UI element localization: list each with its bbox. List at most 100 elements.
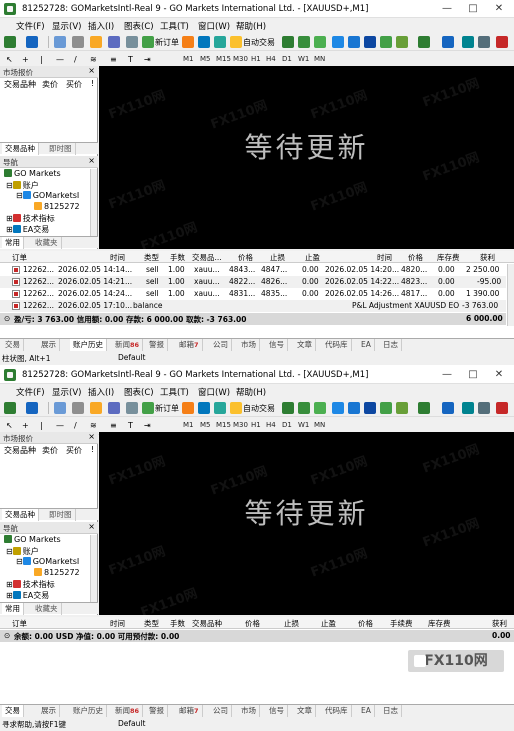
market-watch-icon[interactable] [54,36,66,48]
metaeditor-icon[interactable] [182,36,194,48]
col-symbol[interactable]: 交易品... [192,252,222,263]
nav-account-number[interactable]: 8125272 [34,202,80,211]
tab-alerts[interactable]: 警报 [146,705,168,717]
menu-tools[interactable]: 工具(T) [160,386,189,398]
tab-market[interactable]: 市场 [238,705,260,717]
data-window-icon[interactable] [90,36,102,48]
candlestick-icon[interactable] [298,36,310,48]
nav-broker[interactable]: GO Markets [4,169,61,178]
data-window-icon[interactable] [90,402,102,414]
col-tp[interactable]: 止盈 [305,252,320,263]
period-m30[interactable]: M30 [233,421,248,429]
tab-exposure[interactable]: 展示 [38,339,60,351]
menu-window[interactable]: 窗口(W) [198,20,230,32]
period-mn[interactable]: MN [314,55,325,63]
chart-shift-icon[interactable] [396,36,408,48]
signals-icon[interactable] [214,36,226,48]
new-order-button[interactable]: 新订单 [155,403,179,414]
col-bid[interactable]: 卖价 [42,79,58,90]
mql5-icon[interactable] [496,36,508,48]
col-order[interactable]: 订单 [12,618,27,629]
tab-common[interactable]: 常用 [2,237,24,249]
menu-window[interactable]: 窗口(W) [198,386,230,398]
history-scrollbar[interactable] [507,264,514,326]
maximize-button[interactable]: □ [460,2,486,16]
auto-trading-icon[interactable] [230,36,242,48]
col-profit[interactable]: 获利 [480,252,495,263]
nav-server[interactable]: ⊟ GOMarketsI [16,191,79,200]
tab-exposure[interactable]: 展示 [38,705,60,717]
col-spread[interactable]: ! [91,445,94,454]
market-watch-icon[interactable] [54,402,66,414]
tab-company[interactable]: 公司 [210,339,232,351]
minimize-button[interactable]: — [434,2,460,16]
menu-tools[interactable]: 工具(T) [160,20,189,32]
nav-indicators[interactable]: ⊞ 技术指标 [6,579,55,590]
menu-insert[interactable]: 插入(I) [88,386,114,398]
col-commission[interactable]: 手续费 [390,618,413,629]
period-m5[interactable]: M5 [200,421,211,429]
templates-icon[interactable] [462,36,474,48]
indicators-icon[interactable] [418,36,430,48]
table-row[interactable]: 12262... 2026.02.05 14:14... sell 1.00 x… [0,264,506,276]
templates-icon[interactable] [462,402,474,414]
nav-account-number[interactable]: 8125272 [34,568,80,577]
tab-journal[interactable]: 日志 [380,339,402,351]
periods-icon[interactable] [442,402,454,414]
period-mn[interactable]: MN [314,421,325,429]
nav-expert-advisors[interactable]: ⊞ EA交易 [6,224,49,235]
zoom-in-icon[interactable] [332,402,344,414]
menu-charts[interactable]: 图表(C) [124,386,154,398]
auto-trading-button[interactable]: 自动交易 [243,403,275,414]
crosshair-icon[interactable]: + [22,55,29,64]
line-chart-icon[interactable] [314,402,326,414]
menu-help[interactable]: 帮助(H) [236,20,266,32]
maximize-button[interactable]: □ [460,368,486,382]
period-m5[interactable]: M5 [200,55,211,63]
close-icon[interactable]: × [88,432,95,441]
minimize-button[interactable]: — [434,368,460,382]
new-order-icon[interactable] [142,402,154,414]
period-h1[interactable]: H1 [251,55,261,63]
navigator-icon[interactable] [72,36,84,48]
col-tp[interactable]: 止盈 [321,618,336,629]
col-close-time[interactable]: 时间 [377,252,392,263]
tab-articles[interactable]: 文章 [294,705,316,717]
trendline-icon[interactable]: / [74,55,77,64]
period-h4[interactable]: H4 [266,55,276,63]
col-current-price[interactable]: 价格 [358,618,373,629]
close-icon[interactable]: × [88,522,95,531]
arrows-icon[interactable]: ⇥ [144,421,151,430]
vertical-line-icon[interactable]: | [40,421,43,430]
table-row[interactable]: 12262... 2026.02.05 14:21... sell 1.00 x… [0,276,506,288]
tab-favorites[interactable]: 收藏夹 [32,237,62,249]
cursor-icon[interactable]: ↖ [6,55,13,64]
search-icon[interactable] [478,36,490,48]
period-d1[interactable]: D1 [282,55,292,63]
nav-expert-advisors[interactable]: ⊞ EA交易 [6,590,49,601]
col-bid[interactable]: 卖价 [42,445,58,456]
auto-scroll-icon[interactable] [380,36,392,48]
col-ask[interactable]: 买价 [66,445,82,456]
col-symbol[interactable]: 交易品种 [4,79,36,90]
auto-trading-button[interactable]: 自动交易 [243,37,275,48]
tab-symbols[interactable]: 交易品种 [2,509,39,521]
tab-tick-chart[interactable]: 即时图 [46,143,76,155]
terminal-icon[interactable] [108,36,120,48]
tab-mailbox[interactable]: 邮箱7 [176,705,203,717]
col-ask[interactable]: 买价 [66,79,82,90]
tab-alerts[interactable]: 警报 [146,339,168,351]
strategy-tester-icon[interactable] [126,402,138,414]
text-label-icon[interactable]: T [128,421,133,430]
menu-file[interactable]: 文件(F) [16,386,45,398]
col-symbol[interactable]: 交易品种 [4,445,36,456]
line-chart-icon[interactable] [314,36,326,48]
nav-broker[interactable]: GO Markets [4,535,61,544]
col-swap[interactable]: 库存费 [437,252,460,263]
channel-icon[interactable]: ≋ [90,55,97,64]
tile-windows-icon[interactable] [364,36,376,48]
menu-file[interactable]: 文件(F) [16,20,45,32]
col-time[interactable]: 时间 [110,618,125,629]
col-order[interactable]: 订单 [12,252,27,263]
close-button[interactable]: ✕ [486,368,512,382]
